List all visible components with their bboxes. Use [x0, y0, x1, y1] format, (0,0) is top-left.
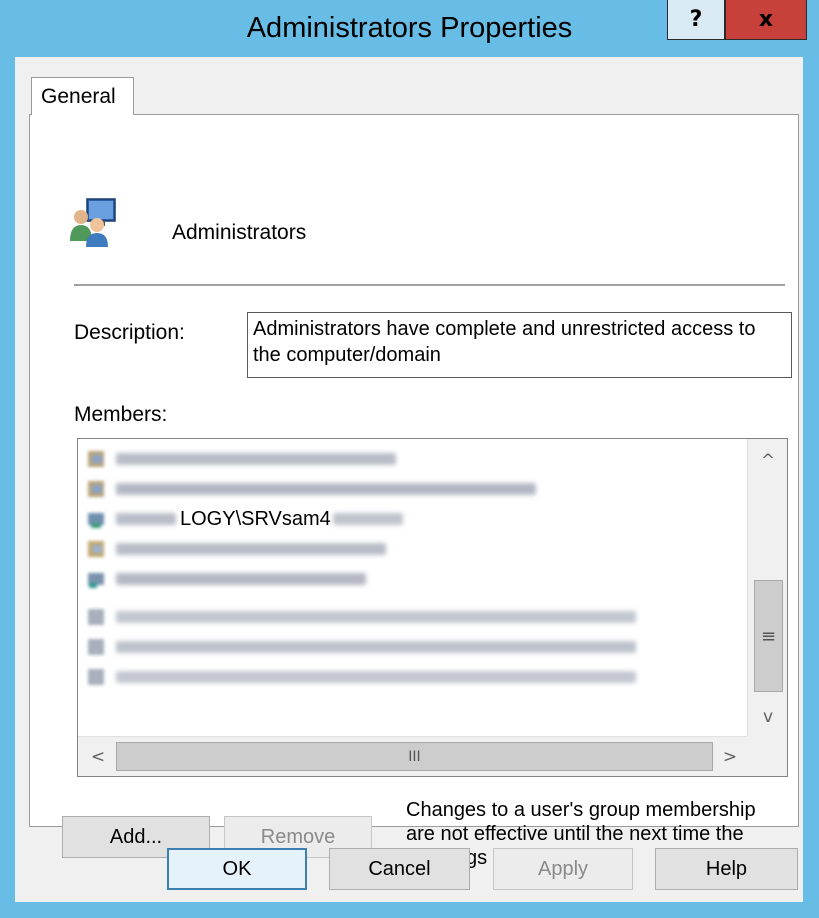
- members-list[interactable]: LOGY\SRVsam4 ^ ≡ v < III >: [77, 438, 788, 777]
- apply-button[interactable]: Apply: [493, 848, 633, 890]
- vertical-scrollbar[interactable]: ^ ≡ v: [747, 439, 787, 736]
- tab-general[interactable]: General: [31, 77, 134, 115]
- scroll-down-icon[interactable]: v: [748, 701, 787, 733]
- member-item[interactable]: [86, 475, 536, 503]
- member-item[interactable]: [86, 445, 396, 473]
- member-item[interactable]: [86, 633, 636, 661]
- properties-window: Administrators Properties ? x General Ad…: [0, 0, 819, 918]
- member-name: LOGY\SRVsam4: [180, 507, 331, 530]
- user-icon: [88, 573, 104, 588]
- help-button[interactable]: Help: [655, 848, 798, 890]
- description-label: Description:: [74, 321, 185, 344]
- vertical-scroll-thumb[interactable]: ≡: [754, 580, 783, 692]
- sid-icon: [88, 639, 104, 655]
- member-item[interactable]: [86, 603, 636, 631]
- general-tab-page: Administrators Description: Administrato…: [29, 114, 799, 869]
- grip-icon: ≡: [760, 625, 777, 647]
- user-icon: [88, 513, 104, 528]
- scroll-right-icon[interactable]: >: [712, 737, 748, 776]
- scroll-left-icon[interactable]: <: [80, 737, 116, 776]
- ok-button[interactable]: OK: [167, 848, 307, 890]
- grip-icon: III: [408, 748, 421, 765]
- member-item[interactable]: [86, 565, 366, 593]
- member-item[interactable]: [86, 535, 386, 563]
- sid-icon: [88, 609, 104, 625]
- dialog-client: General Administrators Description: Admi…: [15, 57, 803, 902]
- cancel-button[interactable]: Cancel: [329, 848, 470, 890]
- sid-icon: [88, 669, 104, 685]
- divider: [74, 284, 785, 287]
- group-icon: [88, 451, 104, 467]
- title-close-button[interactable]: x: [725, 0, 807, 40]
- description-field[interactable]: Administrators have complete and unrestr…: [247, 312, 792, 378]
- title-help-button[interactable]: ?: [667, 0, 725, 40]
- member-item[interactable]: [86, 663, 636, 691]
- group-icon: [88, 541, 104, 557]
- horizontal-scrollbar[interactable]: < III >: [78, 736, 787, 776]
- horizontal-scroll-thumb[interactable]: III: [116, 742, 713, 771]
- scroll-up-icon[interactable]: ^: [748, 445, 787, 477]
- group-name: Administrators: [172, 221, 307, 244]
- members-label: Members:: [74, 403, 168, 426]
- group-icon: [70, 198, 116, 247]
- member-item[interactable]: LOGY\SRVsam4: [86, 505, 403, 533]
- scrollbar-corner: [747, 736, 787, 776]
- group-icon: [88, 481, 104, 497]
